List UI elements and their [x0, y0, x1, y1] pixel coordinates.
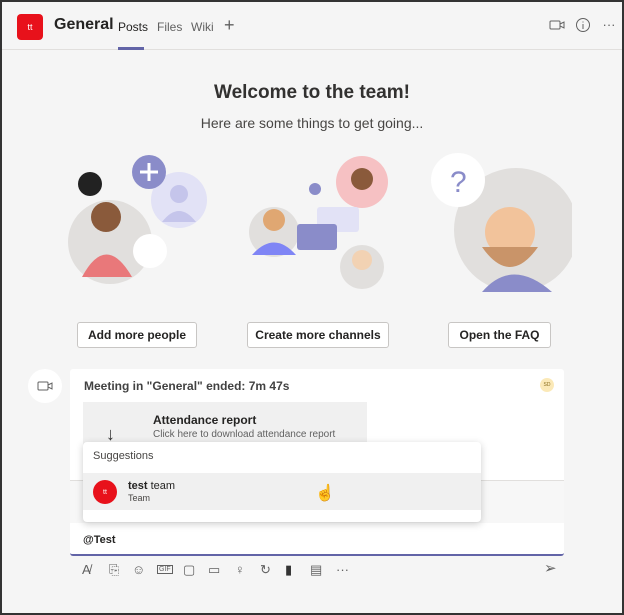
meeting-title: Meeting in "General" ended: 7m 47s	[84, 379, 290, 393]
attach-icon[interactable]: ⎘	[109, 562, 119, 578]
send-icon[interactable]: ➢	[544, 559, 557, 577]
more-icon[interactable]: ···	[601, 17, 617, 33]
suggestion-match: test	[128, 480, 148, 492]
approvals-icon[interactable]: ▤	[310, 562, 322, 578]
suggestion-type: Team	[128, 493, 151, 503]
add-people-illustration	[68, 155, 207, 284]
channels-illustration	[249, 156, 388, 289]
open-faq-button[interactable]: Open the FAQ	[448, 322, 551, 348]
emoji-icon[interactable]: ☺	[132, 562, 145, 577]
add-more-people-button[interactable]: Add more people	[77, 322, 197, 348]
add-tab-icon[interactable]: +	[224, 15, 235, 36]
attendance-title: Attendance report	[153, 413, 257, 427]
active-tab-indicator	[118, 47, 144, 50]
faq-illustration: ?	[431, 153, 572, 292]
more-options-icon[interactable]: ···	[336, 562, 349, 577]
suggestions-header: Suggestions	[93, 450, 154, 462]
gif-icon[interactable]: GIF	[157, 565, 173, 574]
avatar: SD	[540, 378, 554, 392]
info-icon[interactable]	[575, 17, 591, 33]
svg-text:?: ?	[450, 166, 467, 199]
tab-wiki[interactable]: Wiki	[191, 20, 214, 34]
meeting-video-icon	[28, 369, 62, 403]
team-avatar: tt	[17, 14, 43, 40]
team-avatar-small: tt	[93, 480, 117, 504]
meet-now-icon[interactable]: ▭	[208, 562, 220, 578]
tab-files[interactable]: Files	[157, 20, 182, 34]
sticker-icon[interactable]: ▢	[183, 562, 195, 578]
hand-cursor-icon: ☝	[315, 485, 335, 502]
suggestion-name: team	[147, 480, 176, 492]
format-icon[interactable]: A̸	[82, 562, 91, 577]
stream-icon[interactable]: ▮	[285, 562, 292, 578]
channel-name: General	[54, 16, 114, 33]
welcome-subtitle: Here are some things to get going...	[200, 115, 424, 131]
attendance-description: Click here to download attendance report	[153, 429, 336, 440]
welcome-illustrations: ?	[68, 153, 572, 292]
loop-icon[interactable]: ↻	[260, 562, 271, 578]
compose-input[interactable]: @Test	[83, 534, 116, 546]
video-call-icon[interactable]	[549, 17, 565, 33]
tab-posts[interactable]: Posts	[118, 20, 148, 34]
create-more-channels-button[interactable]: Create more channels	[247, 322, 389, 348]
welcome-title: Welcome to the team!	[213, 82, 411, 103]
praise-icon[interactable]: ♀	[235, 562, 245, 577]
